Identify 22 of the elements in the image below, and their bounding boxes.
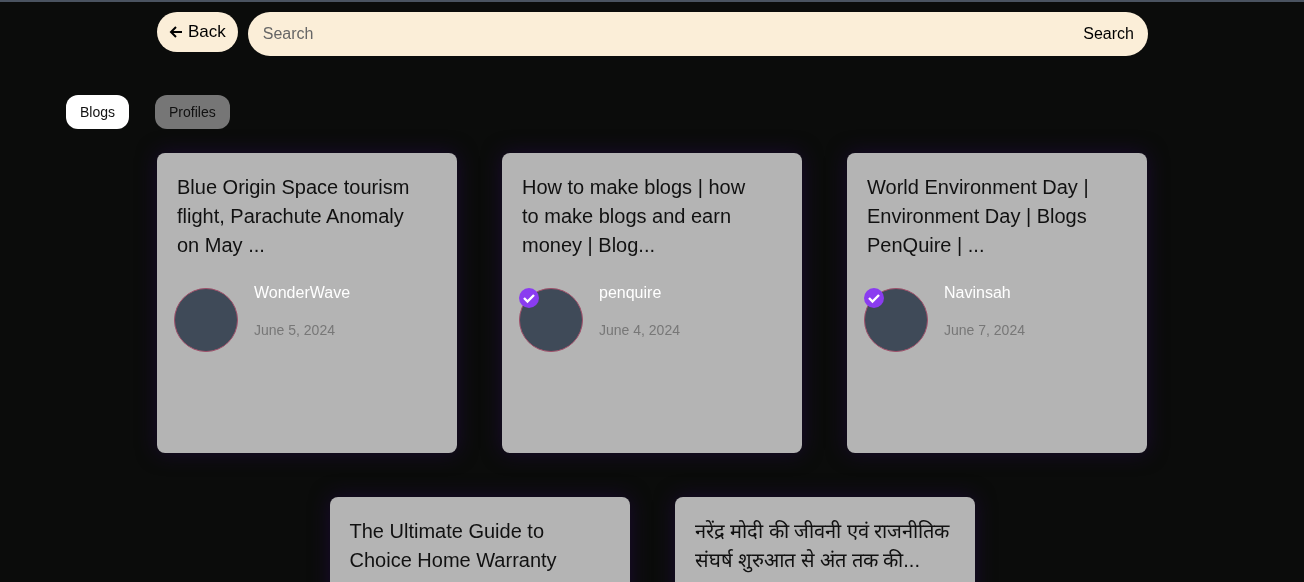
blog-title: How to make blogs | how to make blogs and earn money | Blog... [522, 175, 747, 258]
blog-title: The Ultimate Guide to Choice Home Warranty [349, 519, 558, 573]
blog-title: World Environment Day | Environment Day | Blogs PenQuire | ... [867, 175, 1090, 258]
post-date: June 5, 2024 [254, 322, 336, 338]
left-arrow-icon [169, 25, 183, 39]
blog-title: नरेंद्र मोदी की जीवनी एवं राजनीतिक संघर्ष शुरुआत से अंत तक की... [694, 519, 951, 575]
blog-card[interactable]: World Environment Day | Environment Day | Blogs PenQuire | ... Navinsah June 7, 2024 [847, 153, 1147, 453]
search-field[interactable]: Search [247, 12, 1080, 56]
blog-card[interactable]: How to make blogs | how to make blogs and earn money | Blog... penquire June 4, 2024 [502, 153, 802, 453]
post-date: June 7, 2024 [944, 322, 1025, 338]
post-date: June 4, 2024 [599, 322, 680, 338]
back-button[interactable]: Back [157, 12, 238, 52]
author-name: penquire [599, 284, 663, 302]
tab[interactable]: Profiles [155, 95, 230, 129]
author-name: Navinsah [944, 284, 1012, 302]
blog-card[interactable]: नरेंद्र मोदी की जीवनी एवं राजनीतिक संघर्ष शुरुआत से अंत तक की... [674, 497, 975, 582]
search-button[interactable]: Search [1079, 12, 1148, 56]
tab[interactable]: Blogs [66, 95, 130, 129]
blog-title: Blue Origin Space tourism flight, Parachute Anomaly on May ... [177, 175, 411, 258]
blog-card[interactable]: Blue Origin Space tourism flight, Parachute Anomaly on May ... WonderWave June 5, 2024 [157, 153, 457, 453]
author-name: WonderWave [254, 284, 351, 302]
blog-card[interactable]: The Ultimate Guide to Choice Home Warranty [329, 497, 630, 582]
